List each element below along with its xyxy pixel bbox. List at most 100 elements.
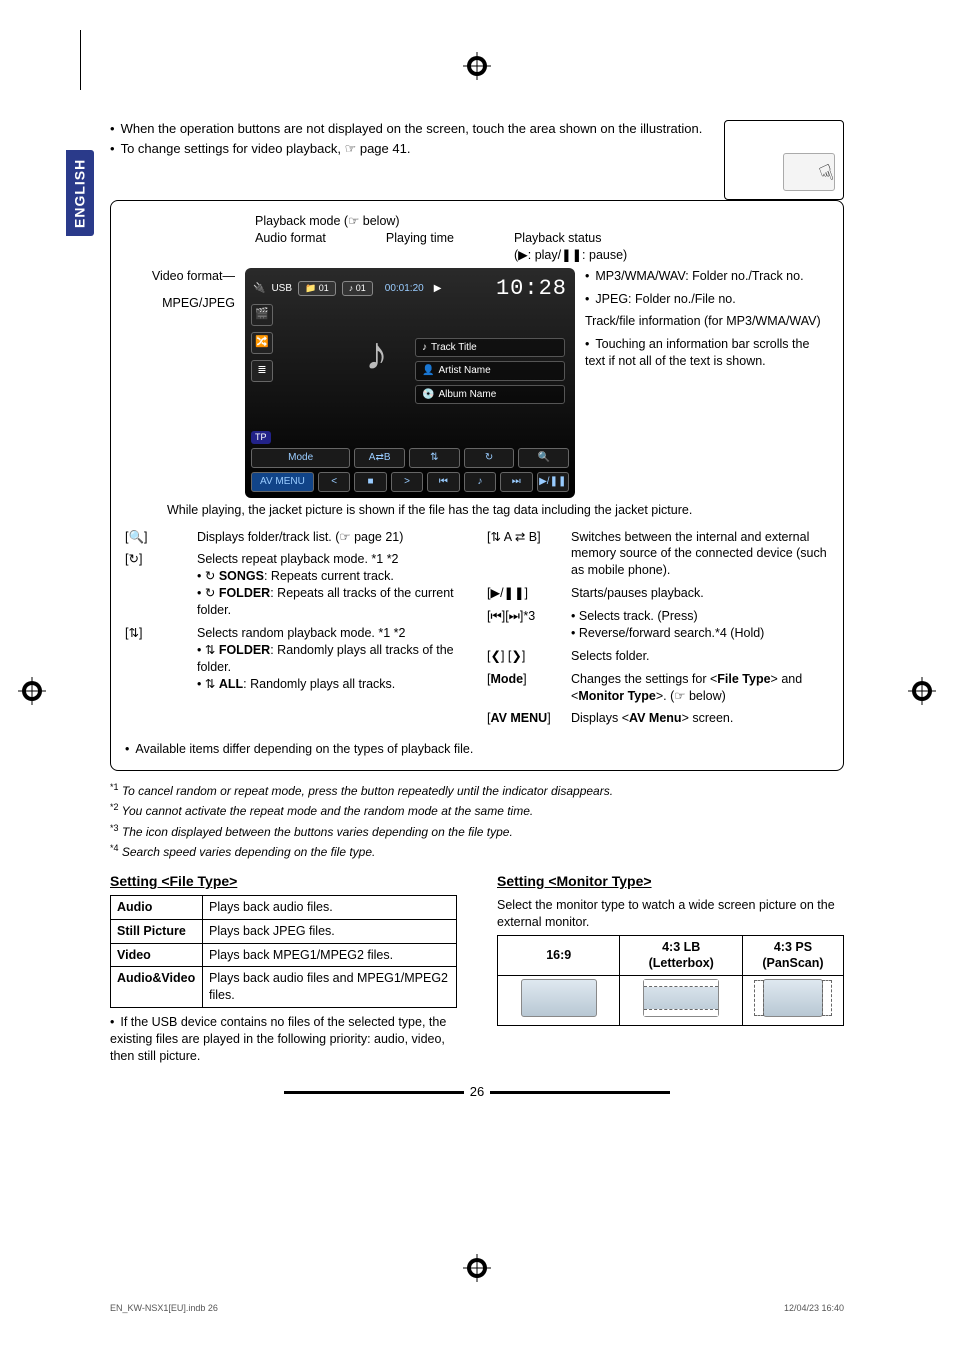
- search-list-desc: Displays folder/track list. (☞ page 21): [197, 529, 467, 546]
- jacket-picture-note: While playing, the jacket picture is sho…: [167, 502, 829, 519]
- registration-mark-icon: [463, 52, 491, 80]
- skip-press-desc: Selects track. (Press): [571, 608, 829, 625]
- track-chip: ♪ 01: [342, 281, 373, 295]
- file-type-note: If the USB device contains no files of t…: [110, 1014, 457, 1065]
- stop-button[interactable]: ■: [354, 472, 386, 492]
- file-type-row-label: Still Picture: [111, 919, 203, 943]
- play-pause-desc: Starts/pauses playback.: [571, 585, 829, 602]
- clock-display: 10:28: [496, 274, 567, 304]
- callout-playing-time: Playing time: [386, 230, 454, 264]
- skip-hold-desc: Reverse/forward search.*4 (Hold): [571, 625, 829, 642]
- footnote-4: Search speed varies depending on the fil…: [122, 845, 376, 859]
- callout-folder-track: MP3/WMA/WAV: Folder no./Track no.: [585, 268, 829, 285]
- footer-timestamp: 12/04/23 16:40: [784, 1302, 844, 1314]
- ratio-16-9-icon: [521, 979, 597, 1017]
- footnote-1: To cancel random or repeat mode, press t…: [122, 784, 613, 798]
- file-type-row-desc: Plays back audio files.: [203, 895, 457, 919]
- callout-scroll-note: Touching an information bar scrolls the …: [585, 336, 829, 370]
- tp-indicator: TP: [251, 431, 271, 443]
- footnote-3: The icon displayed between the buttons v…: [122, 825, 513, 839]
- play-pause-button[interactable]: ▶/❚❚: [537, 472, 569, 492]
- callout-playback-mode: Playback mode (☞ below): [255, 213, 400, 230]
- music-note-icon: ♪: [365, 322, 388, 384]
- av-menu-label: [AV MENU]: [487, 710, 571, 727]
- list-icon: ≣: [251, 360, 273, 382]
- av-menu-desc: Displays <AV Menu> screen.: [571, 710, 829, 727]
- monitor-type-intro: Select the monitor type to watch a wide …: [497, 897, 844, 931]
- monitor-type-heading: Setting <Monitor Type>: [497, 872, 844, 891]
- shuffle-button[interactable]: ⇅: [409, 448, 460, 468]
- prev-folder-button[interactable]: <: [318, 472, 350, 492]
- album-name-bar: Album Name: [415, 385, 565, 405]
- next-folder-button[interactable]: >: [391, 472, 423, 492]
- ratio-letterbox-icon: [643, 979, 719, 1017]
- touch-area-illustration: ☟: [724, 120, 844, 200]
- random-desc: Selects random playback mode. *1 *2: [197, 626, 405, 640]
- footnote-2: You cannot activate the repeat mode and …: [122, 804, 534, 818]
- elapsed-time: 00:01:20: [385, 282, 424, 296]
- mode-label: [Mode]: [487, 671, 571, 705]
- file-type-heading: Setting <File Type>: [110, 872, 457, 891]
- folder-nav-label: [❮] [❯]: [487, 648, 571, 665]
- file-type-row-desc: Plays back JPEG files.: [203, 919, 457, 943]
- controls-right-column: [⇅ A ⇄ B] Switches between the internal …: [487, 529, 829, 734]
- registration-mark-icon: [908, 677, 936, 710]
- prev-track-button[interactable]: ⏮: [427, 472, 459, 492]
- repeat-button[interactable]: ↻: [464, 448, 515, 468]
- callout-jpeg-file: JPEG: Folder no./File no.: [585, 291, 829, 308]
- registration-mark-icon: [18, 677, 46, 710]
- controls-left-column: [🔍] Displays folder/track list. (☞ page …: [125, 529, 467, 734]
- skip-buttons-label: [⏮][⏭]*3: [487, 608, 571, 642]
- play-indicator-icon: ▶: [434, 282, 442, 296]
- file-type-row-label: Audio: [111, 895, 203, 919]
- repeat-button-label: [↻]: [125, 551, 197, 619]
- artist-name-bar: Artist Name: [415, 361, 565, 381]
- folder-chip: 📁 01: [298, 281, 336, 295]
- mode-desc: Changes the settings for <File Type> and…: [571, 671, 829, 705]
- callout-playback-status-detail: (▶: play/❚❚: pause): [514, 248, 627, 262]
- av-menu-button[interactable]: AV MENU: [251, 472, 314, 492]
- track-title-bar: Track Title: [415, 338, 565, 358]
- repeat-folder-desc: ↻ FOLDER: Repeats all tracks of the curr…: [197, 585, 467, 619]
- ab-switch-desc: Switches between the internal and extern…: [571, 529, 829, 580]
- page-number: 26: [110, 1083, 844, 1101]
- player-screenshot: 🔌 USB 📁 01 ♪ 01 00:01:20 ▶ 10:28 🎬 🔀 ≣ ♪…: [245, 268, 575, 498]
- file-type-table: AudioPlays back audio files. Still Pictu…: [110, 895, 457, 1008]
- screen-overview-box: Playback mode (☞ below) Audio format Pla…: [110, 200, 844, 771]
- file-type-row-label: Audio&Video: [111, 967, 203, 1008]
- file-type-row-desc: Plays back MPEG1/MPEG2 files.: [203, 943, 457, 967]
- footer-file-name: EN_KW-NSX1[EU].indb 26: [110, 1302, 218, 1314]
- language-tab: ENGLISH: [66, 150, 94, 236]
- track-mode-button[interactable]: ♪: [464, 472, 496, 492]
- repeat-songs-desc: ↻ SONGS: Repeats current track.: [197, 568, 467, 585]
- monitor-type-table: 16:9 4:3 LB(Letterbox) 4:3 PS(PanScan): [497, 935, 844, 1027]
- play-pause-label: [▶/❚❚]: [487, 585, 571, 602]
- ratio-panscan-icon: [763, 979, 823, 1017]
- callout-playback-status: Playback status: [514, 231, 602, 245]
- available-items-note: Available items differ depending on the …: [125, 741, 829, 758]
- ab-switch-button[interactable]: A⇄B: [354, 448, 405, 468]
- search-list-button-label: [🔍]: [125, 529, 197, 546]
- random-folder-desc: ⇅ FOLDER: Randomly plays all tracks of t…: [197, 642, 467, 676]
- monitor-type-header: 4:3 PS(PanScan): [742, 935, 843, 976]
- ab-switch-label: [⇅ A ⇄ B]: [487, 529, 571, 580]
- shuffle-icon: 🔀: [251, 332, 273, 354]
- next-track-button[interactable]: ⏭: [500, 472, 532, 492]
- video-format-icon: 🎬: [251, 304, 273, 326]
- callout-audio-format: Audio format: [255, 230, 326, 264]
- footnotes: *1 To cancel random or repeat mode, pres…: [110, 781, 844, 860]
- callout-mpeg-jpeg: MPEG/JPEG: [125, 295, 235, 312]
- monitor-type-header: 16:9: [498, 935, 620, 976]
- monitor-type-header: 4:3 LB(Letterbox): [620, 935, 742, 976]
- repeat-desc: Selects repeat playback mode. *1 *2: [197, 552, 399, 566]
- file-type-row-desc: Plays back audio files and MPEG1/MPEG2 f…: [203, 967, 457, 1008]
- file-type-row-label: Video: [111, 943, 203, 967]
- folder-nav-desc: Selects folder.: [571, 648, 829, 665]
- search-button[interactable]: 🔍: [518, 448, 569, 468]
- random-all-desc: ⇅ ALL: Randomly plays all tracks.: [197, 676, 467, 693]
- mode-button[interactable]: Mode: [251, 448, 350, 468]
- callout-video-format: Video format—: [125, 268, 235, 285]
- registration-mark-icon: [463, 1254, 491, 1282]
- random-button-label: [⇅]: [125, 625, 197, 693]
- callout-track-info: Track/file information (for MP3/WMA/WAV): [585, 313, 829, 330]
